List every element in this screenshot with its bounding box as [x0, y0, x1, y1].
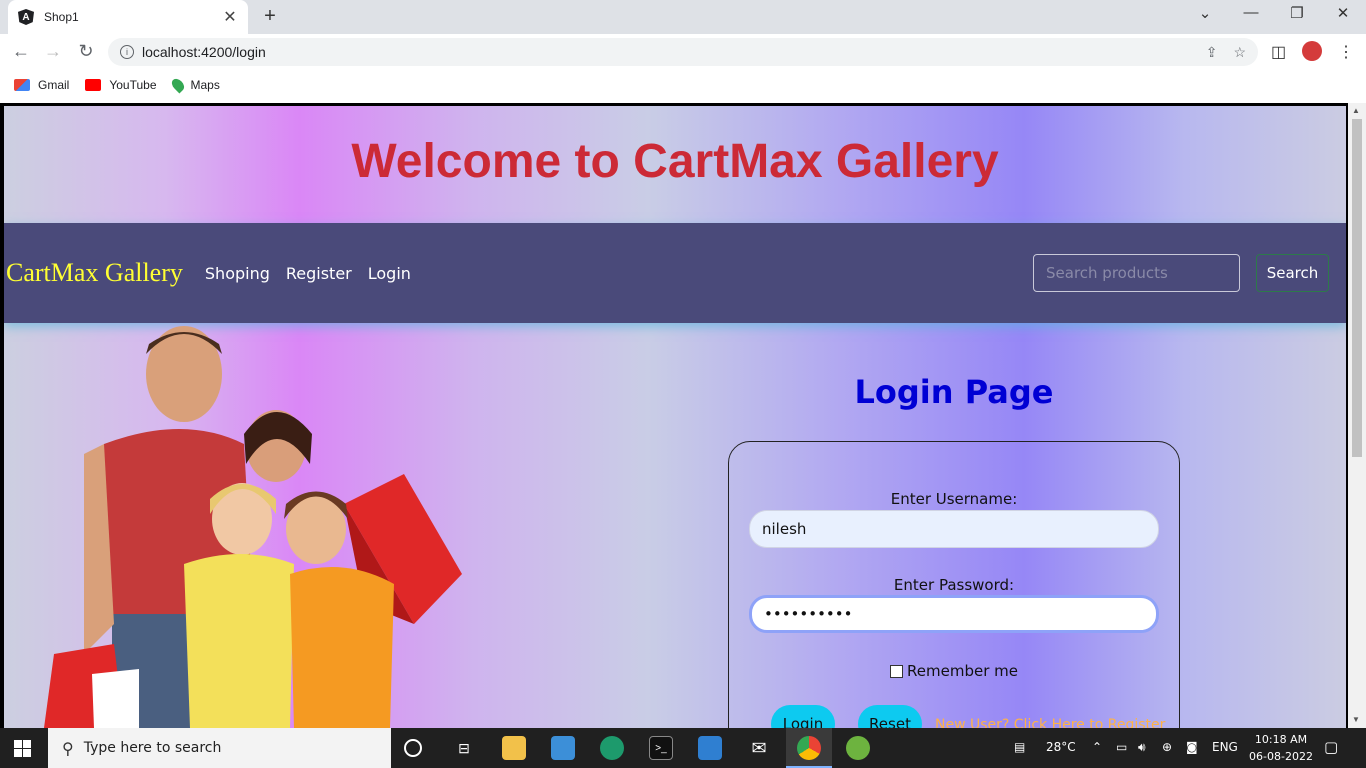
profile-avatar[interactable]	[1302, 41, 1322, 61]
search-button[interactable]: Search	[1256, 254, 1329, 292]
bookmark-star-icon[interactable]: ☆	[1233, 44, 1246, 61]
bookmark-label: YouTube	[109, 78, 157, 92]
side-panel-icon[interactable]: ◫	[1271, 42, 1286, 62]
windows-start-icon[interactable]	[14, 740, 31, 757]
weather-icon[interactable]: ▤	[1014, 740, 1025, 754]
battery-icon[interactable]: ▭	[1116, 740, 1127, 754]
brand-link[interactable]: CartMax Gallery	[6, 258, 183, 288]
password-field[interactable]	[749, 595, 1159, 633]
share-icon[interactable]: ⇪	[1206, 44, 1218, 61]
control-panel-icon[interactable]	[551, 736, 575, 760]
gmail-icon	[14, 79, 30, 91]
remember-checkbox[interactable]	[890, 664, 904, 678]
bookmarks-bar: Gmail YouTube Maps	[0, 70, 1366, 100]
site-navbar: CartMax Gallery Shoping Register Login S…	[4, 223, 1346, 323]
username-field[interactable]	[749, 510, 1159, 548]
bookmark-maps[interactable]: Maps	[169, 76, 220, 94]
meet-now-icon[interactable]: ◙	[1186, 740, 1198, 754]
file-explorer-icon[interactable]	[502, 736, 526, 760]
youtube-icon	[85, 79, 102, 91]
clock-time: 10:18 AM	[1254, 733, 1308, 746]
scroll-up-icon[interactable]: ▲	[1352, 106, 1360, 115]
notifications-icon[interactable]: ▢	[1324, 738, 1338, 756]
weather-text[interactable]: 28°C	[1046, 740, 1076, 754]
tab-close-icon[interactable]: ✕	[222, 7, 238, 27]
remember-label: Remember me	[907, 662, 1018, 680]
maps-icon	[169, 76, 186, 94]
photos-icon[interactable]	[698, 736, 722, 760]
cortana-icon[interactable]	[404, 739, 422, 757]
mail-icon[interactable]: ✉	[747, 736, 771, 760]
page: Welcome to CartMax Gallery CartMax Galle…	[4, 106, 1346, 728]
welcome-heading: Welcome to CartMax Gallery	[351, 135, 999, 188]
nav-link-login[interactable]: Login	[368, 264, 411, 283]
menu-icon[interactable]: ⋮	[1338, 42, 1354, 62]
restore-icon[interactable]: ❐	[1287, 4, 1307, 22]
close-window-icon[interactable]: ✕	[1333, 4, 1353, 22]
search-icon: ⚲	[62, 738, 74, 758]
address-bar[interactable]: i localhost:4200/login ⇪ ☆	[108, 38, 1258, 66]
url-text: localhost:4200/login	[142, 44, 266, 60]
username-label: Enter Username:	[890, 490, 1018, 508]
forward-icon[interactable]: →	[42, 41, 64, 62]
page-scrollbar[interactable]: ▲ ▼	[1348, 103, 1366, 728]
network-icon[interactable]: ⊕	[1162, 740, 1172, 754]
tab-search-icon[interactable]: ⌄	[1195, 4, 1215, 22]
scrollbar-thumb[interactable]	[1352, 119, 1362, 457]
login-button[interactable]: Login	[771, 705, 835, 728]
minimize-icon[interactable]: —	[1241, 4, 1261, 21]
system-clock[interactable]: 10:18 AM 06-08-2022	[1246, 731, 1316, 765]
browser-tab[interactable]: A Shop1 ✕	[8, 0, 248, 34]
terminal-icon[interactable]: >_	[649, 736, 673, 760]
password-label: Enter Password:	[893, 576, 1015, 594]
angular-icon: A	[18, 9, 34, 25]
nav-link-register[interactable]: Register	[286, 264, 352, 283]
scroll-down-icon[interactable]: ▼	[1352, 715, 1360, 724]
login-title: Login Page	[854, 373, 1054, 411]
spring-tool-icon[interactable]	[846, 736, 870, 760]
taskbar-search-placeholder: Type here to search	[83, 740, 222, 756]
address-toolbar: ← → ↻ i localhost:4200/login ⇪ ☆ ◫ ⋮	[0, 34, 1366, 70]
windows-taskbar: ⚲ Type here to search ⊟ >_ ✉ ▤ 28°C ⌃ ▭ …	[0, 728, 1366, 768]
register-link[interactable]: New User? Click Here to Register	[935, 717, 1165, 728]
login-form: Enter Username: Enter Password: Remember…	[728, 441, 1180, 728]
back-icon[interactable]: ←	[10, 41, 32, 62]
browser-tab-bar: A Shop1 ✕ + ⌄ — ❐ ✕	[0, 0, 1366, 34]
chrome-taskbar-button[interactable]	[786, 728, 832, 768]
reset-button[interactable]: Reset	[858, 705, 922, 728]
taskbar-search[interactable]: ⚲ Type here to search	[48, 728, 391, 768]
family-shopping-image	[44, 326, 462, 728]
search-input[interactable]	[1033, 254, 1240, 292]
edge-icon[interactable]	[600, 736, 624, 760]
new-tab-icon[interactable]: +	[260, 5, 280, 28]
chrome-icon	[797, 736, 821, 760]
site-info-icon[interactable]: i	[120, 45, 134, 59]
bookmark-gmail[interactable]: Gmail	[14, 78, 69, 92]
bookmark-label: Maps	[190, 78, 220, 92]
language-indicator[interactable]: ENG	[1212, 740, 1238, 754]
tab-title: Shop1	[44, 10, 79, 24]
remember-me: Remember me	[729, 662, 1179, 680]
task-view-icon[interactable]: ⊟	[452, 736, 476, 760]
clock-date: 06-08-2022	[1249, 750, 1313, 763]
reload-icon[interactable]: ↻	[75, 41, 97, 62]
nav-link-shopping[interactable]: Shoping	[205, 264, 270, 283]
bookmark-label: Gmail	[38, 78, 70, 92]
volume-icon[interactable]: 🔊︎	[1138, 740, 1146, 755]
bookmark-youtube[interactable]: YouTube	[85, 78, 157, 92]
page-viewport: Welcome to CartMax Gallery CartMax Galle…	[0, 103, 1366, 728]
show-hidden-icon[interactable]: ⌃	[1092, 740, 1102, 754]
